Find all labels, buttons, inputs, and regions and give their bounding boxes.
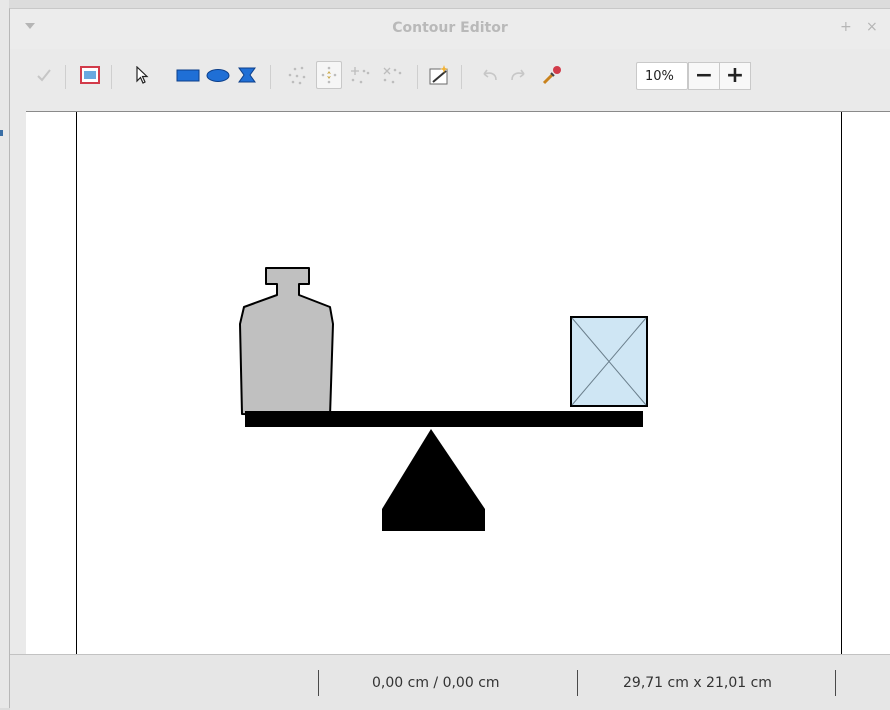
toolbar-separator	[417, 65, 418, 89]
title-bar: Contour Editor + ×	[10, 9, 890, 49]
move-points-icon[interactable]	[316, 61, 342, 89]
background-window-marker	[0, 130, 3, 136]
toolbar: 10% − +	[10, 53, 890, 101]
undo-icon[interactable]	[477, 63, 501, 87]
ellipse-icon[interactable]	[206, 63, 230, 87]
background-window-edge	[0, 0, 9, 708]
status-bar: 0,00 cm / 0,00 cm 29,71 cm x 21,01 cm	[10, 654, 890, 710]
position-readout: 0,00 cm / 0,00 cm	[372, 675, 500, 691]
crossed-box	[570, 316, 648, 407]
delete-points-icon[interactable]	[380, 63, 404, 87]
status-separator	[835, 670, 836, 696]
toolbar-separator	[461, 65, 462, 89]
pin-icon[interactable]: +	[840, 19, 852, 35]
zoom-field[interactable]: 10%	[636, 62, 688, 90]
toolbar-separator	[65, 65, 66, 89]
zoom-in-button[interactable]: +	[719, 62, 751, 90]
status-separator	[318, 670, 319, 696]
select-icon[interactable]	[130, 63, 154, 87]
workspace-icon[interactable]	[78, 63, 102, 87]
zoom-out-button[interactable]: −	[688, 62, 720, 90]
fulcrum-shape	[382, 429, 485, 531]
contour-editor-window: Contour Editor + × 10% − + 0,00 cm / 0,0…	[9, 8, 890, 710]
balance-beam	[245, 411, 643, 427]
polygon-icon[interactable]	[235, 63, 259, 87]
close-icon[interactable]: ×	[866, 19, 878, 35]
image-preview	[239, 267, 648, 531]
rectangle-icon[interactable]	[176, 63, 200, 87]
weight-shape	[239, 267, 334, 417]
size-readout: 29,71 cm x 21,01 cm	[623, 675, 772, 691]
window-title: Contour Editor	[392, 20, 508, 36]
toolbar-separator	[270, 65, 271, 89]
pipette-icon[interactable]	[540, 63, 564, 87]
auto-contour-icon[interactable]	[428, 63, 452, 87]
redo-icon[interactable]	[507, 63, 531, 87]
contour-canvas[interactable]	[26, 111, 890, 655]
toolbar-separator	[111, 65, 112, 89]
insert-points-icon[interactable]	[348, 63, 372, 87]
apply-icon[interactable]	[32, 63, 56, 87]
points-icon[interactable]	[285, 63, 309, 87]
status-separator	[577, 670, 578, 696]
